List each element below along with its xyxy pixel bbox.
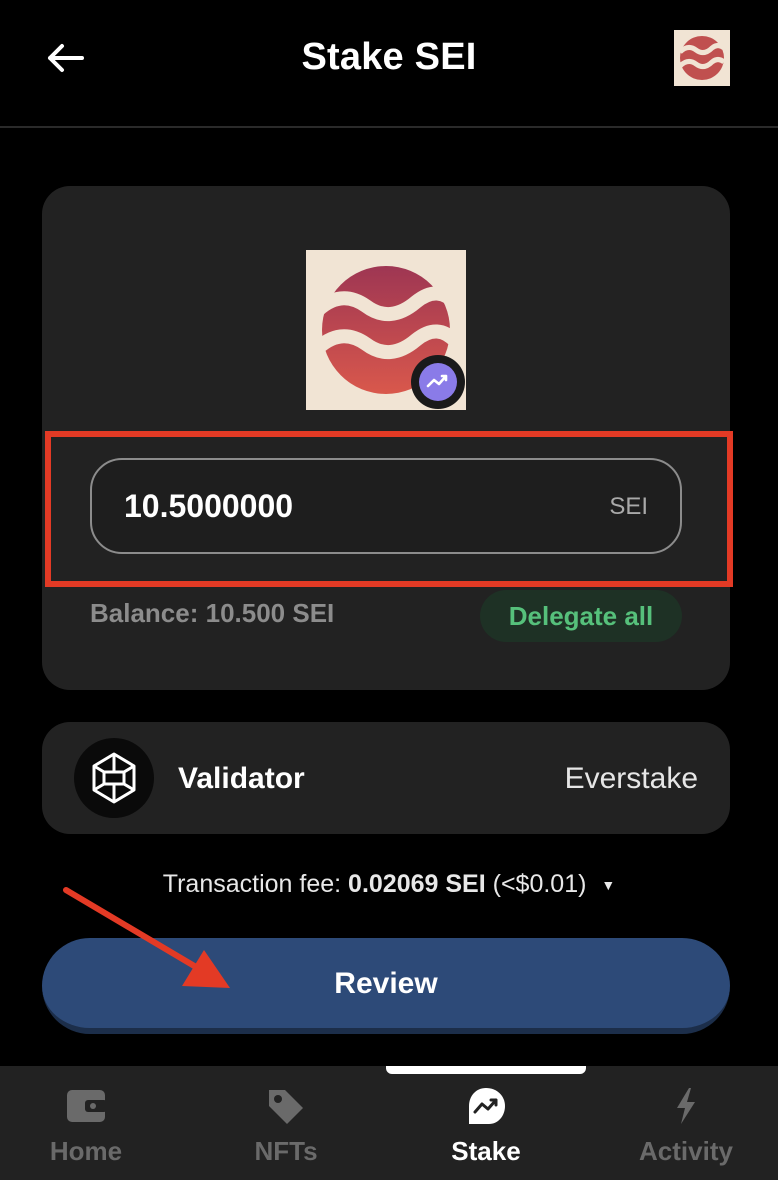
- amount-unit: SEI: [609, 493, 648, 520]
- staking-badge-icon: [411, 355, 465, 409]
- wallet-icon: [67, 1090, 107, 1122]
- validator-name: Everstake: [564, 762, 698, 795]
- fee-label: Transaction fee:: [162, 870, 342, 898]
- tab-activity[interactable]: Activity: [586, 1086, 778, 1167]
- balance-text: Balance: 10.500 SEI: [90, 598, 335, 628]
- fee-usd: (<$0.01): [492, 870, 587, 898]
- stake-card: 10.5000000 SEI Balance: 10.500 SEI Deleg…: [42, 186, 733, 690]
- amount-value: 10.5000000: [124, 488, 294, 524]
- tab-stake-label: Stake: [451, 1136, 521, 1166]
- tab-active-indicator: [386, 1066, 586, 1074]
- bottom-tab-bar: Home NFTs Stake Activity: [0, 1066, 778, 1180]
- amount-input[interactable]: 10.5000000 SEI: [90, 458, 682, 554]
- stake-icon: [469, 1088, 505, 1124]
- tag-icon: [269, 1090, 303, 1124]
- page-title: Stake SEI: [301, 36, 477, 78]
- delegate-all-button[interactable]: Delegate all: [480, 590, 682, 642]
- transaction-fee[interactable]: Transaction fee: 0.02069 SEI (<$0.01) ▼: [0, 870, 778, 899]
- everstake-icon: [74, 738, 154, 818]
- validator-label: Validator: [178, 762, 305, 795]
- bolt-icon: [677, 1088, 695, 1124]
- tab-home[interactable]: Home: [0, 1086, 186, 1167]
- tab-activity-label: Activity: [639, 1136, 733, 1166]
- fee-value: 0.02069 SEI: [348, 870, 486, 898]
- sei-logo-icon[interactable]: [674, 30, 730, 86]
- review-button[interactable]: Review: [42, 938, 730, 1034]
- tab-home-label: Home: [49, 1136, 123, 1166]
- header: Stake SEI: [0, 0, 778, 128]
- tab-stake[interactable]: Stake: [386, 1086, 586, 1167]
- tab-nfts-label: NFTs: [254, 1136, 318, 1166]
- caret-down-icon: ▼: [601, 877, 616, 894]
- tab-nfts[interactable]: NFTs: [186, 1086, 386, 1167]
- validator-row[interactable]: Validator Everstake: [42, 722, 730, 834]
